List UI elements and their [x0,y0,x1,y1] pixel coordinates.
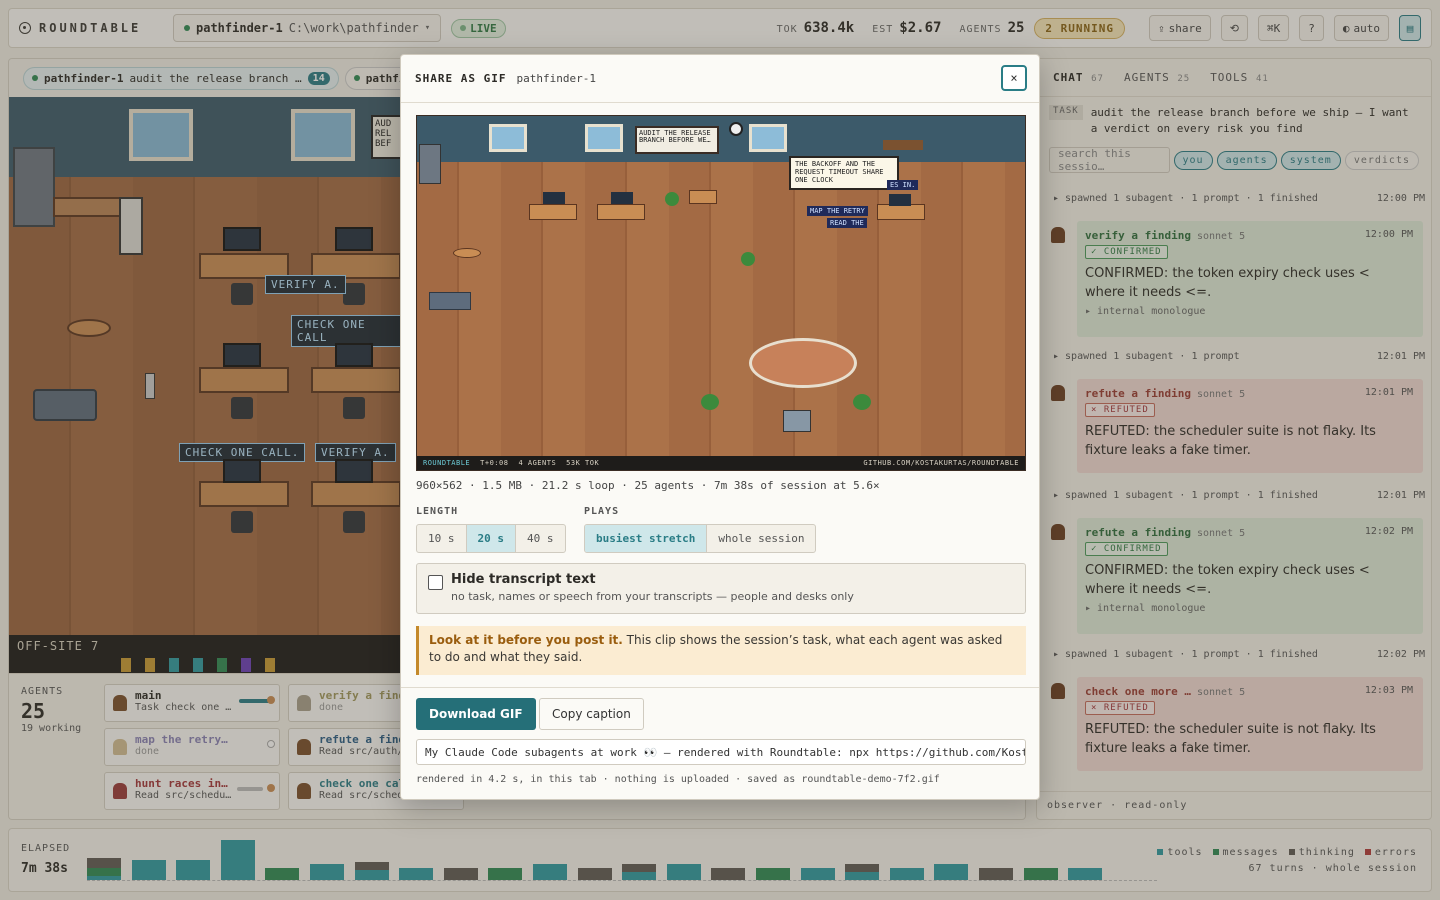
monitor [543,192,565,204]
download-gif-button[interactable]: Download GIF [416,698,536,730]
gif-meta: 960×562 · 1.5 MB · 21.2 s loop · 25 agen… [416,479,880,492]
plant-icon [853,394,871,410]
window [585,124,623,152]
preview-footer: ROUNDTABLE T+0:08 4 AGENTS 53K TOK GITHU… [417,456,1025,470]
plant-icon [701,394,719,410]
share-gif-dialog: SHARE AS GIF pathfinder-1 × AUDIT THE RE… [400,54,1040,800]
hide-transcript-title: Hide transcript text [451,572,596,587]
hide-transcript-checkbox[interactable] [428,575,443,590]
caption-field[interactable]: My Claude Code subagents at work 👀 — ren… [416,739,1026,765]
dialog-header: SHARE AS GIF pathfinder-1 [401,55,1039,103]
plant-icon [665,192,679,206]
plays-option-whole[interactable]: whole session [707,525,815,552]
close-button[interactable]: × [1001,65,1027,91]
speech-tag: ES IN. [887,180,919,190]
hide-transcript-desc: no task, names or speech from your trans… [451,590,854,603]
preview-url: GITHUB.COM/KOSTAKURTAS/ROUNDTABLE [863,459,1019,467]
speech-tag: MAP THE RETRY [807,206,868,216]
length-option-10s[interactable]: 10 s [417,525,467,552]
preview-time: T+0:08 [480,459,509,467]
monitor [611,192,633,204]
gif-preview: AUDIT THE RELEASE BRANCH BEFORE WE… THE … [416,115,1026,471]
preview-brand: ROUNDTABLE [423,459,471,467]
divider [401,687,1039,688]
server-box [783,410,811,432]
window [749,124,787,152]
close-icon: × [1010,71,1018,85]
desk [689,190,717,204]
length-option-40s[interactable]: 40 s [516,525,565,552]
bookshelf [883,140,923,150]
privacy-warning: Look at it before you post it. This clip… [416,626,1026,675]
preview-tokens: 53K TOK [566,459,600,467]
rug-meeting-table [749,338,857,388]
window [489,124,527,152]
clock-icon [729,122,743,136]
plays-option-busiest[interactable]: busiest stretch [585,525,708,552]
monitor [889,194,911,206]
plant-icon [741,252,755,266]
length-option-20s[interactable]: 20 s [466,525,516,552]
render-info: rendered in 4.2 s, in this tab · nothing… [416,774,940,785]
sofa [429,292,471,310]
desk [877,204,925,220]
speech-bubble: THE BACKOFF AND THE REQUEST TIMEOUT SHAR… [789,156,899,190]
hide-transcript-option[interactable]: Hide transcript text no task, names or s… [416,563,1026,614]
length-label: LENGTH [416,506,459,517]
plays-label: PLAYS [584,506,620,517]
warning-heading: Look at it before you post it. [429,633,623,647]
length-selector: 10 s 20 s 40 s [416,524,566,553]
preview-whiteboard: AUDIT THE RELEASE BRANCH BEFORE WE… [635,126,719,154]
plays-selector: busiest stretch whole session [584,524,817,553]
speech-tag: READ THE [827,218,867,228]
preview-agents: 4 AGENTS [518,459,557,467]
desk [597,204,645,220]
dialog-title: SHARE AS GIF [415,72,507,85]
copy-caption-button[interactable]: Copy caption [539,698,644,730]
desk [529,204,577,220]
round-table [453,248,481,258]
fridge [419,144,441,184]
dialog-session: pathfinder-1 [516,72,596,85]
